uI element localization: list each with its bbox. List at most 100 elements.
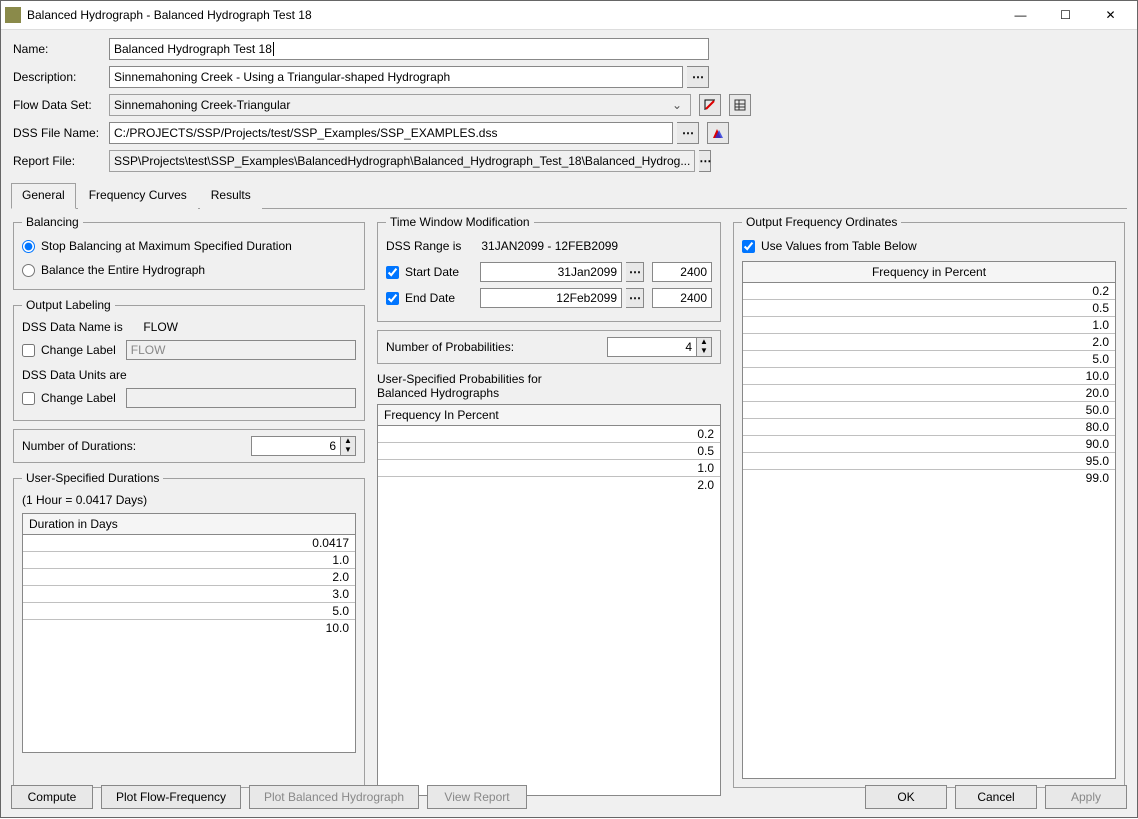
chart-bluered-icon (711, 126, 725, 140)
tab-strip: General Frequency Curves Results (11, 182, 1127, 209)
table-row[interactable]: 1.0 (743, 317, 1115, 334)
change-label-2-checkbox[interactable] (22, 392, 35, 405)
table-row[interactable]: 95.0 (743, 453, 1115, 470)
durations-header: Duration in Days (23, 514, 355, 535)
dss-range-value: 31JAN2099 - 12FEB2099 (481, 239, 618, 253)
table-row[interactable]: 1.0 (378, 460, 720, 477)
minimize-button[interactable]: — (998, 1, 1043, 29)
table-row[interactable]: 10.0 (743, 368, 1115, 385)
end-date-input[interactable]: 12Feb2099 (480, 288, 622, 308)
use-values-label: Use Values from Table Below (761, 239, 917, 253)
ellipsis-icon: ⋯ (699, 154, 710, 168)
table-row[interactable]: 0.5 (378, 443, 720, 460)
balance-stop-label: Stop Balancing at Maximum Specified Dura… (41, 239, 292, 253)
num-durations-spinner[interactable]: ▲▼ (341, 436, 356, 456)
start-time-input[interactable]: 2400 (652, 262, 712, 282)
table-row[interactable]: 2.0 (743, 334, 1115, 351)
apply-button[interactable]: Apply (1045, 785, 1127, 809)
dss-data-units-are-label: DSS Data Units are (22, 368, 127, 382)
end-date-checkbox[interactable] (386, 292, 399, 305)
table-row[interactable]: 0.2 (743, 283, 1115, 300)
name-input[interactable]: Balanced Hydrograph Test 18 (109, 38, 709, 60)
dss-range-label: DSS Range is (386, 239, 478, 253)
durations-table[interactable]: Duration in Days 0.0417 1.0 2.0 3.0 5.0 … (22, 513, 356, 753)
window: Balanced Hydrograph - Balanced Hydrograp… (0, 0, 1138, 818)
table-row[interactable]: 1.0 (23, 552, 355, 569)
output-labeling-legend: Output Labeling (22, 298, 115, 312)
table-row[interactable]: 0.5 (743, 300, 1115, 317)
balance-stop-radio[interactable] (22, 240, 35, 253)
tab-frequency-curves[interactable]: Frequency Curves (78, 183, 198, 209)
flowset-select[interactable]: Sinnemahoning Creek-Triangular ⌄ (109, 94, 691, 116)
table-row[interactable]: 10.0 (23, 620, 355, 637)
description-input[interactable]: Sinnemahoning Creek - Using a Triangular… (109, 66, 683, 88)
table-icon (733, 98, 747, 112)
user-probs-header: Frequency In Percent (378, 405, 720, 426)
cancel-button[interactable]: Cancel (955, 785, 1037, 809)
user-durations-group: User-Specified Durations (1 Hour = 0.041… (13, 471, 365, 788)
view-report-button[interactable]: View Report (427, 785, 527, 809)
output-freq-group: Output Frequency Ordinates Use Values fr… (733, 215, 1125, 788)
table-row[interactable]: 2.0 (23, 569, 355, 586)
table-row[interactable]: 5.0 (23, 603, 355, 620)
dss-file-label: DSS File Name: (11, 126, 109, 140)
table-row[interactable]: 99.0 (743, 470, 1115, 487)
button-bar: Compute Plot Flow-Frequency Plot Balance… (1, 779, 1137, 819)
table-row[interactable]: 0.0417 (23, 535, 355, 552)
table-row[interactable]: 80.0 (743, 419, 1115, 436)
dss-file-value: C:/PROJECTS/SSP/Projects/test/SSP_Exampl… (114, 126, 497, 140)
change-label-1-checkbox[interactable] (22, 344, 35, 357)
compute-button[interactable]: Compute (11, 785, 93, 809)
num-durations-label: Number of Durations: (22, 439, 251, 453)
num-durations-input[interactable]: 6 (251, 436, 341, 456)
report-browse-button[interactable]: ⋯ (699, 150, 711, 172)
num-prob-input[interactable]: 4 (607, 337, 697, 357)
dss-browse-button[interactable]: ⋯ (677, 122, 699, 144)
output-labeling-group: Output Labeling DSS Data Name is FLOW Ch… (13, 298, 365, 421)
change-label-1-input: FLOW (126, 340, 356, 360)
close-icon: ✕ (1105, 8, 1115, 22)
start-date-checkbox[interactable] (386, 266, 399, 279)
plot-red-icon-button[interactable] (699, 94, 721, 116)
tab-results[interactable]: Results (200, 183, 262, 209)
chart-red-icon (703, 98, 717, 112)
table-row[interactable]: 0.2 (378, 426, 720, 443)
table-icon-button[interactable] (729, 94, 751, 116)
dss-file-input[interactable]: C:/PROJECTS/SSP/Projects/test/SSP_Exampl… (109, 122, 673, 144)
end-date-picker-button[interactable]: ⋯ (626, 288, 644, 308)
num-durations-row: Number of Durations: 6 ▲▼ (13, 429, 365, 463)
start-date-picker-button[interactable]: ⋯ (626, 262, 644, 282)
output-freq-legend: Output Frequency Ordinates (742, 215, 901, 229)
num-prob-label: Number of Probabilities: (386, 340, 607, 354)
table-row[interactable]: 2.0 (378, 477, 720, 494)
table-row[interactable]: 90.0 (743, 436, 1115, 453)
plot-flow-frequency-button[interactable]: Plot Flow-Frequency (101, 785, 241, 809)
plot-balanced-hydrograph-button[interactable]: Plot Balanced Hydrograph (249, 785, 419, 809)
plot-blue-icon-button[interactable] (707, 122, 729, 144)
close-button[interactable]: ✕ (1088, 1, 1133, 29)
output-freq-table[interactable]: Frequency in Percent 0.2 0.5 1.0 2.0 5.0… (742, 261, 1116, 779)
start-date-input[interactable]: 31Jan2099 (480, 262, 622, 282)
titlebar: Balanced Hydrograph - Balanced Hydrograp… (1, 1, 1137, 30)
change-label-2-label: Change Label (41, 391, 116, 405)
report-file-value: SSP\Projects\test\SSP_Examples\BalancedH… (114, 154, 690, 168)
balancing-group: Balancing Stop Balancing at Maximum Spec… (13, 215, 365, 290)
spinner-down-icon: ▼ (697, 347, 711, 356)
time-window-group: Time Window Modification DSS Range is 31… (377, 215, 721, 322)
table-row[interactable]: 5.0 (743, 351, 1115, 368)
description-browse-button[interactable]: ⋯ (687, 66, 709, 88)
tab-general[interactable]: General (11, 183, 76, 209)
table-row[interactable]: 50.0 (743, 402, 1115, 419)
use-values-checkbox[interactable] (742, 240, 755, 253)
balance-entire-radio[interactable] (22, 264, 35, 277)
end-time-input[interactable]: 2400 (652, 288, 712, 308)
dss-data-name-value: FLOW (143, 320, 178, 334)
maximize-button[interactable]: ☐ (1043, 1, 1088, 29)
start-date-label: Start Date (405, 265, 459, 279)
num-prob-spinner[interactable]: ▲▼ (697, 337, 712, 357)
table-row[interactable]: 20.0 (743, 385, 1115, 402)
table-row[interactable]: 3.0 (23, 586, 355, 603)
user-probs-table[interactable]: Frequency In Percent 0.2 0.5 1.0 2.0 (377, 404, 721, 796)
minimize-icon: — (1015, 8, 1027, 22)
ok-button[interactable]: OK (865, 785, 947, 809)
